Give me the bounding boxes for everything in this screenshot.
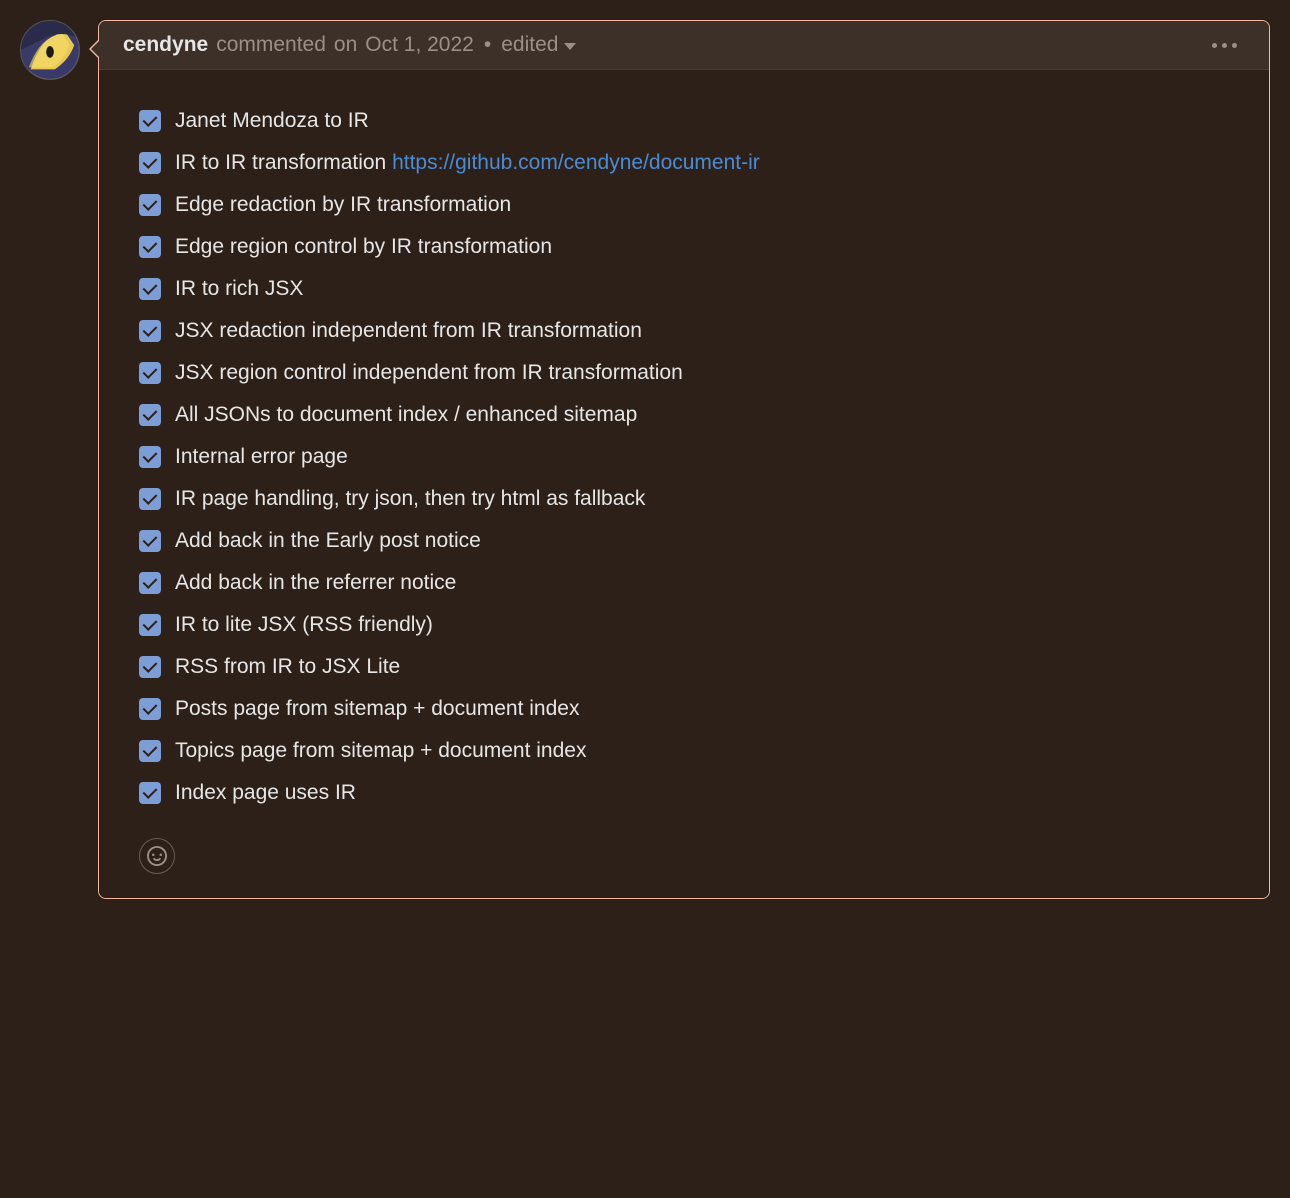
task-checkbox[interactable] xyxy=(139,656,161,678)
task-checkbox[interactable] xyxy=(139,530,161,552)
task-text: JSX region control independent from IR t… xyxy=(175,361,683,385)
edited-dropdown[interactable]: edited xyxy=(501,33,576,57)
task-item: IR to rich JSX xyxy=(139,268,1229,310)
timestamp-prefix: on xyxy=(334,33,357,57)
task-text: IR to rich JSX xyxy=(175,277,303,301)
task-item: Add back in the referrer notice xyxy=(139,562,1229,604)
task-text: JSX redaction independent from IR transf… xyxy=(175,319,642,343)
header-meta: cendyne commented on Oct 1, 2022 • edite… xyxy=(123,33,576,57)
smiley-icon xyxy=(147,846,167,866)
action-text: commented xyxy=(216,33,326,57)
task-text: Add back in the Early post notice xyxy=(175,529,481,553)
task-text: Posts page from sitemap + document index xyxy=(175,697,579,721)
task-item: RSS from IR to JSX Lite xyxy=(139,646,1229,688)
task-item: Edge region control by IR transformation xyxy=(139,226,1229,268)
task-checkbox[interactable] xyxy=(139,782,161,804)
task-text: All JSONs to document index / enhanced s… xyxy=(175,403,637,427)
more-actions-button[interactable] xyxy=(1204,43,1245,48)
task-item: Index page uses IR xyxy=(139,772,1229,814)
task-text: Internal error page xyxy=(175,445,348,469)
task-checkbox[interactable] xyxy=(139,404,161,426)
task-item: Edge redaction by IR transformation xyxy=(139,184,1229,226)
comment-container: cendyne commented on Oct 1, 2022 • edite… xyxy=(20,20,1270,899)
task-text: Add back in the referrer notice xyxy=(175,571,456,595)
avatar[interactable] xyxy=(20,20,80,80)
task-text: RSS from IR to JSX Lite xyxy=(175,655,400,679)
task-text: IR to lite JSX (RSS friendly) xyxy=(175,613,433,637)
task-checkbox[interactable] xyxy=(139,236,161,258)
task-item: JSX redaction independent from IR transf… xyxy=(139,310,1229,352)
reaction-bar xyxy=(139,838,1229,874)
task-text: Edge redaction by IR transformation xyxy=(175,193,511,217)
task-checkbox[interactable] xyxy=(139,194,161,216)
task-text: Edge region control by IR transformation xyxy=(175,235,552,259)
separator-dot: • xyxy=(484,33,491,57)
task-checkbox[interactable] xyxy=(139,320,161,342)
add-reaction-button[interactable] xyxy=(139,838,175,874)
task-item: IR to IR transformation https://github.c… xyxy=(139,142,1229,184)
task-checkbox[interactable] xyxy=(139,698,161,720)
task-checkbox[interactable] xyxy=(139,572,161,594)
task-text: Index page uses IR xyxy=(175,781,356,805)
edited-label: edited xyxy=(501,33,558,57)
task-checkbox[interactable] xyxy=(139,614,161,636)
kebab-icon xyxy=(1212,43,1237,48)
task-link[interactable]: https://github.com/cendyne/document-ir xyxy=(392,151,760,174)
task-text: IR page handling, try json, then try htm… xyxy=(175,487,645,511)
task-item: IR page handling, try json, then try htm… xyxy=(139,478,1229,520)
task-checkbox[interactable] xyxy=(139,488,161,510)
task-checkbox[interactable] xyxy=(139,278,161,300)
task-item: JSX region control independent from IR t… xyxy=(139,352,1229,394)
task-item: Topics page from sitemap + document inde… xyxy=(139,730,1229,772)
caret-down-icon xyxy=(564,43,576,50)
task-checkbox[interactable] xyxy=(139,740,161,762)
task-checkbox[interactable] xyxy=(139,362,161,384)
task-text: Topics page from sitemap + document inde… xyxy=(175,739,586,763)
timestamp[interactable]: Oct 1, 2022 xyxy=(365,33,474,57)
task-text: IR to IR transformation https://github.c… xyxy=(175,151,760,175)
task-checkbox[interactable] xyxy=(139,152,161,174)
comment-body: Janet Mendoza to IR IR to IR transformati… xyxy=(99,70,1269,898)
task-item: Posts page from sitemap + document index xyxy=(139,688,1229,730)
task-list: Janet Mendoza to IR IR to IR transformati… xyxy=(139,100,1229,814)
avatar-image-icon xyxy=(21,21,79,79)
task-item: All JSONs to document index / enhanced s… xyxy=(139,394,1229,436)
task-item: IR to lite JSX (RSS friendly) xyxy=(139,604,1229,646)
task-text: Janet Mendoza to IR xyxy=(175,109,369,133)
task-item: Janet Mendoza to IR xyxy=(139,100,1229,142)
comment-box: cendyne commented on Oct 1, 2022 • edite… xyxy=(98,20,1270,899)
task-item: Add back in the Early post notice xyxy=(139,520,1229,562)
task-checkbox[interactable] xyxy=(139,446,161,468)
author-link[interactable]: cendyne xyxy=(123,33,208,57)
comment-header: cendyne commented on Oct 1, 2022 • edite… xyxy=(99,21,1269,70)
task-checkbox[interactable] xyxy=(139,110,161,132)
task-item: Internal error page xyxy=(139,436,1229,478)
